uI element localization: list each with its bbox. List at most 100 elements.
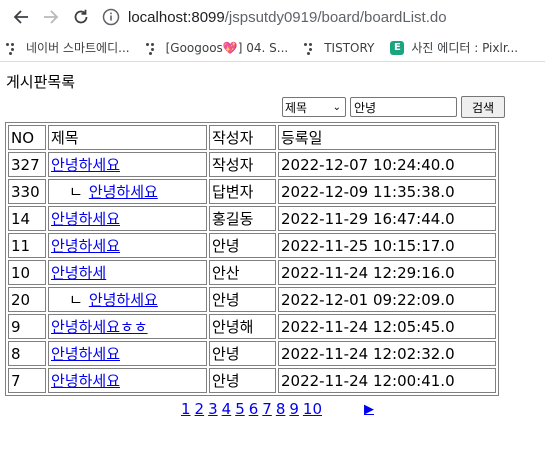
table-row: 330 ㄴ 안녕하세요 답변자 2022-12-09 11:35:38.0 [8, 179, 496, 204]
table-row: 14 안녕하세요 홍길동 2022-11-29 16:47:44.0 [8, 206, 496, 231]
cell-no: 9 [8, 314, 46, 339]
cell-date: 2022-11-24 12:02:32.0 [278, 341, 496, 366]
dots-icon [304, 42, 316, 55]
cell-date: 2022-11-25 10:15:17.0 [278, 233, 496, 258]
post-title-link[interactable]: 안녕하세요 [89, 183, 158, 201]
page-link[interactable]: 9 [289, 400, 299, 418]
bookmark-label: TISTORY [324, 40, 375, 55]
table-header-row: NO 제목 작성자 등록일 [8, 125, 496, 150]
cell-writer: 작성자 [209, 152, 276, 177]
cell-no: 330 [8, 179, 46, 204]
cell-writer: 안녕 [209, 341, 276, 366]
post-title-link[interactable]: 안녕하세요 [89, 291, 158, 309]
forward-arrow-icon[interactable] [38, 4, 64, 30]
cell-title: 안녕하세요 [48, 152, 207, 177]
post-title-link[interactable]: 안녕하세요 [51, 237, 120, 255]
address-bar[interactable]: localhost:8099/jspsutdy0919/board/boardL… [102, 8, 447, 26]
header-writer: 작성자 [209, 125, 276, 150]
table-body: 327 안녕하세요 작성자 2022-12-07 10:24:40.0 330 ㄴ 안녕하세… [8, 152, 496, 393]
cell-no: 14 [8, 206, 46, 231]
post-title-link[interactable]: 안녕하세요ㅎㅎ [51, 318, 148, 336]
page-link[interactable]: 10 [303, 400, 322, 418]
e-badge-icon: E [390, 40, 405, 55]
cell-date: 2022-11-24 12:00:41.0 [278, 368, 496, 393]
cell-date: 2022-12-09 11:35:38.0 [278, 179, 496, 204]
page-link[interactable]: 8 [276, 400, 286, 418]
bookmark-label: 네이버 스마트에디... [26, 41, 130, 55]
post-title-link[interactable]: 안녕하세요 [51, 156, 120, 174]
cell-no: 20 [8, 287, 46, 312]
back-arrow-icon[interactable] [8, 4, 34, 30]
search-input[interactable] [350, 97, 457, 117]
bookmark-item[interactable]: E 사진 에디터 : Pixlr... [390, 39, 518, 56]
table-row: 11 안녕하세요 안녕 2022-11-25 10:15:17.0 [8, 233, 496, 258]
bookmark-item[interactable]: TISTORY [304, 41, 374, 55]
cell-writer: 안산 [209, 260, 276, 285]
cell-title: 안녕하세요 [48, 368, 207, 393]
cell-no: 7 [8, 368, 46, 393]
page-link[interactable]: 7 [262, 400, 272, 418]
table-row: 327 안녕하세요 작성자 2022-12-07 10:24:40.0 [8, 152, 496, 177]
search-button[interactable]: 검색 [461, 96, 505, 118]
reply-marker: ㄴ [69, 291, 83, 309]
cell-no: 8 [8, 341, 46, 366]
header-title: 제목 [48, 125, 207, 150]
cell-no: 327 [8, 152, 46, 177]
page-link[interactable]: 2 [195, 400, 205, 418]
cell-date: 2022-11-24 12:05:45.0 [278, 314, 496, 339]
cell-writer: 안녕 [209, 233, 276, 258]
url-path: /jspsutdy0919/board/boardList.do [224, 8, 447, 26]
cell-writer: 안녕해 [209, 314, 276, 339]
page-link[interactable]: 5 [235, 400, 245, 418]
page-link[interactable]: 4 [222, 400, 232, 418]
bookmarks-bar: 네이버 스마트에디... [Googoos💖] 04. S... TISTORY… [0, 34, 545, 62]
cell-title: 안녕하세요ㅎㅎ [48, 314, 207, 339]
post-title-link[interactable]: 안녕하세요 [51, 210, 120, 228]
cell-title: ㄴ 안녕하세요 [48, 179, 207, 204]
cell-no: 11 [8, 233, 46, 258]
page-link[interactable]: 3 [208, 400, 218, 418]
chevron-down-icon: ⌄ [332, 101, 341, 113]
search-field-value: 제목 [285, 100, 308, 115]
board-table: NO 제목 작성자 등록일 327 안녕하세요 작성자 2022-12-07 10:2… [5, 122, 499, 396]
table-row: 9 안녕하세요ㅎㅎ 안녕해 2022-11-24 12:05:45.0 [8, 314, 496, 339]
dots-icon [6, 42, 18, 55]
cell-writer: 홍길동 [209, 206, 276, 231]
dots-icon [145, 42, 158, 55]
cell-date: 2022-12-01 09:22:09.0 [278, 287, 496, 312]
reload-icon[interactable] [68, 4, 94, 30]
info-icon[interactable] [102, 8, 120, 26]
cell-writer: 안녕 [209, 287, 276, 312]
pagination: 1 2 3 4 5 6 7 8 9 10 ▶ [181, 400, 378, 418]
page-link[interactable]: 1 [181, 400, 191, 418]
cell-date: 2022-12-07 10:24:40.0 [278, 152, 496, 177]
cell-title: 안녕하세요 [48, 206, 207, 231]
page-link[interactable]: 6 [249, 400, 259, 418]
table-row: 10 안녕하세 안산 2022-11-24 12:29:16.0 [8, 260, 496, 285]
bookmark-item[interactable]: 네이버 스마트에디... [6, 39, 130, 56]
next-page-link[interactable]: ▶ [364, 402, 374, 417]
header-no: NO [8, 125, 46, 150]
cell-writer: 안녕 [209, 368, 276, 393]
bookmark-item[interactable]: [Googoos💖] 04. S... [145, 40, 289, 55]
cell-title: 안녕하세 [48, 260, 207, 285]
cell-date: 2022-11-24 12:29:16.0 [278, 260, 496, 285]
bookmark-label: [Googoos💖] 04. S... [165, 40, 289, 55]
url-host: localhost:8099 [128, 8, 225, 26]
search-form: 제목 ⌄ 검색 [282, 96, 505, 118]
bookmark-label: 사진 에디터 : Pixlr... [411, 41, 519, 55]
table-row: 7 안녕하세요 안녕 2022-11-24 12:00:41.0 [8, 368, 496, 393]
table-row: 20 ㄴ 안녕하세요 안녕 2022-12-01 09:22:09.0 [8, 287, 496, 312]
reply-marker: ㄴ [69, 183, 83, 201]
cell-no: 10 [8, 260, 46, 285]
search-field-select[interactable]: 제목 ⌄ [282, 97, 346, 117]
cell-title: ㄴ 안녕하세요 [48, 287, 207, 312]
cell-title: 안녕하세요 [48, 341, 207, 366]
cell-writer: 답변자 [209, 179, 276, 204]
post-title-link[interactable]: 안녕하세요 [51, 345, 120, 363]
cell-title: 안녕하세요 [48, 233, 207, 258]
header-date: 등록일 [278, 125, 496, 150]
post-title-link[interactable]: 안녕하세 [51, 264, 106, 282]
cell-date: 2022-11-29 16:47:44.0 [278, 206, 496, 231]
post-title-link[interactable]: 안녕하세요 [51, 372, 120, 390]
